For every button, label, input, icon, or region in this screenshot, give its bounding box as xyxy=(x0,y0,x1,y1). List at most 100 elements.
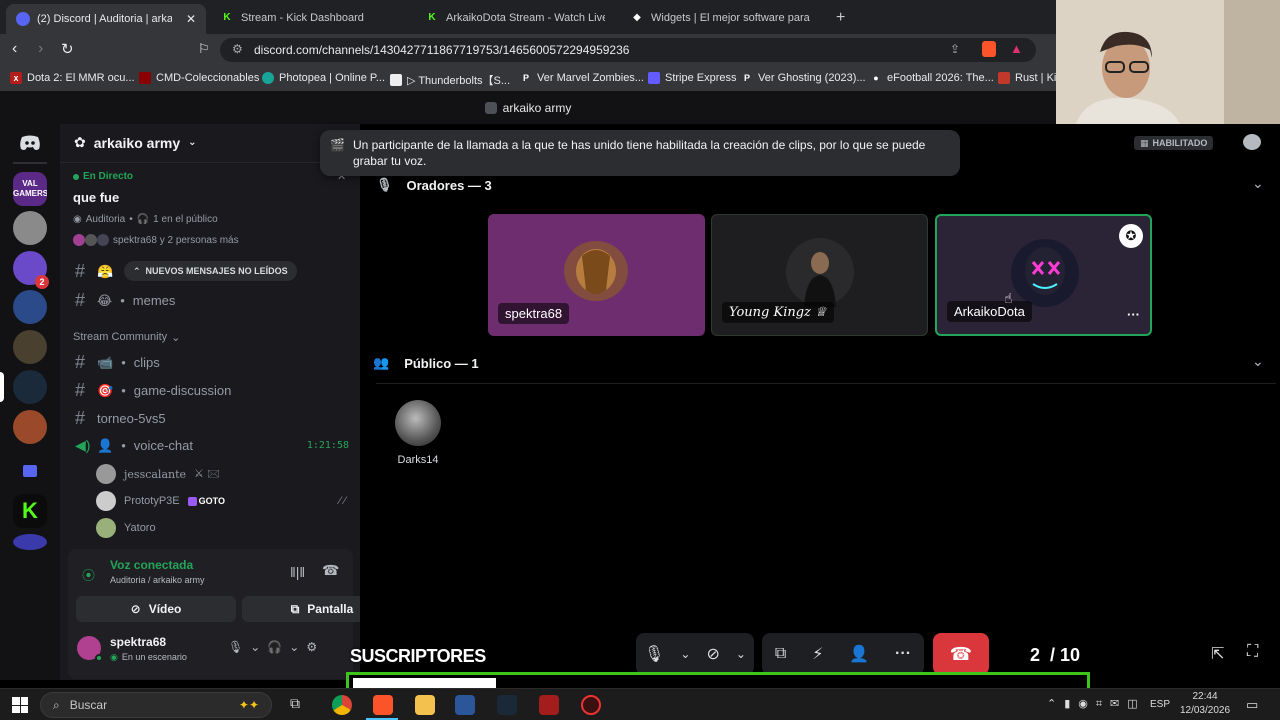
activity-off-icon[interactable]: ⚡ xyxy=(812,644,823,664)
server-icon[interactable] xyxy=(13,330,47,364)
mic-icon[interactable]: 🎙 xyxy=(644,644,664,664)
brave-rewards-icon[interactable]: ▲ xyxy=(1010,41,1023,56)
brave-shield-icon[interactable] xyxy=(982,41,996,57)
server-icon[interactable] xyxy=(13,211,47,245)
thunderbolts-icon xyxy=(390,74,402,86)
chevron-down-icon[interactable]: ⌄ xyxy=(289,640,306,654)
language-indicator[interactable]: ESP xyxy=(1150,699,1170,710)
server-val-gamers-icon[interactable]: VAL GAMERS xyxy=(13,172,47,206)
forward-icon[interactable]: › xyxy=(38,40,43,58)
bookmark-item[interactable]: P Ver Marvel Zombies... xyxy=(520,72,644,84)
word-icon[interactable] xyxy=(455,695,475,715)
screen-share-icon[interactable]: ⧉ xyxy=(775,645,786,663)
speaker-tile[interactable]: Young Kingz ♕ xyxy=(711,214,928,336)
clock-date[interactable]: 12/03/2026 xyxy=(1176,705,1234,716)
server-header[interactable]: ✿ arkaiko army ⌄ xyxy=(74,134,197,151)
channel-item-voice-chat[interactable]: ◀) 👤 • voice-chat 1:21:58 xyxy=(75,437,349,454)
user-controls: 🎙⌄🎧⌄⚙ xyxy=(228,640,324,654)
unread-messages-pill[interactable]: ⌃ NUEVOS MENSAJES NO LEÍDOS xyxy=(124,261,297,281)
new-tab-button[interactable]: + xyxy=(826,5,850,30)
tab-arkaiko-stream[interactable]: K ArkaikoDota Stream - Watch Live on xyxy=(415,5,615,30)
search-icon: ⌕ xyxy=(53,697,60,712)
tab-kick-dashboard[interactable]: K Stream - Kick Dashboard xyxy=(210,5,410,30)
more-options-icon[interactable]: ··· xyxy=(1127,307,1140,322)
category-stream-community[interactable]: Stream Community ⌄ xyxy=(73,331,180,344)
channel-item-game-discussion[interactable]: # 🎯 • game-discussion xyxy=(75,380,231,401)
notifications-icon[interactable]: ▭ xyxy=(1246,697,1258,713)
close-tab-icon[interactable]: ✕ xyxy=(186,12,196,26)
task-view-icon[interactable]: ⧉ xyxy=(290,695,310,715)
back-icon[interactable]: ‹ xyxy=(12,40,17,58)
audience-name[interactable]: Darks14 xyxy=(388,454,448,466)
disconnect-icon[interactable]: ☎ xyxy=(322,562,339,579)
windows-start-icon[interactable] xyxy=(12,697,28,713)
bookmark-item[interactable]: ▷ Thunderbolts【S... xyxy=(390,72,510,88)
voice-user-row[interactable]: Yatoro xyxy=(96,518,156,538)
video-button[interactable]: ⊘ Vídeo xyxy=(76,596,236,622)
clock-time[interactable]: 22:44 xyxy=(1181,691,1229,702)
camera-off-icon[interactable]: ⊘ xyxy=(706,644,719,664)
site-info-icon[interactable]: ⚙ xyxy=(232,42,243,56)
bookmark-item[interactable]: Rust | Kic xyxy=(998,72,1062,84)
brave-icon[interactable] xyxy=(373,695,393,715)
emoji-icon: 👤 xyxy=(97,437,114,453)
noise-suppression-icon[interactable]: ‖|‖ xyxy=(290,564,305,580)
clips-enabled-badge[interactable]: ▦ HABILITADO xyxy=(1134,136,1214,150)
tab-widgets[interactable]: ◆ Widgets | El mejor software para pot xyxy=(620,5,820,30)
share-icon[interactable]: ⇪ xyxy=(950,42,960,56)
chevron-down-icon[interactable]: ⌄ xyxy=(736,647,746,661)
leave-call-button[interactable]: ☎ xyxy=(933,633,989,675)
dota2-icon[interactable] xyxy=(539,695,559,715)
channel-item-hidden[interactable]: # 😤 xyxy=(75,261,113,282)
invite-user-icon[interactable]: 👤 xyxy=(849,644,869,664)
voice-user-row[interactable]: jesscalante ⚔ 🖂 xyxy=(96,464,220,484)
audience-avatar[interactable] xyxy=(395,400,441,446)
more-options-icon[interactable]: ··· xyxy=(895,645,911,663)
bookmark-item[interactable]: CMD-Coleccionables xyxy=(139,72,259,84)
bookmark-icon[interactable]: ⚐ xyxy=(198,41,210,57)
bookmark-item[interactable]: x Dota 2: El MMR ocu... xyxy=(10,72,135,84)
channel-item-clips[interactable]: # 📹 • clips xyxy=(75,352,160,373)
fullscreen-icon[interactable]: ⛶ xyxy=(1247,643,1258,661)
stage-topic[interactable]: que fue xyxy=(73,190,119,205)
tab-discord[interactable]: (2) Discord | Auditoria | arkaik ✕ xyxy=(6,4,206,34)
collapse-speakers-icon[interactable]: ⌄ xyxy=(1252,175,1264,192)
signal-icon[interactable]: ⦿ xyxy=(82,565,95,584)
url-bar[interactable]: ⚙ discord.com/channels/14304277118677197… xyxy=(220,38,1036,62)
channel-item-torneo[interactable]: # torneo-5vs5 xyxy=(75,408,166,429)
audio-controls: 🎙 ⌄ ⊘ ⌄ xyxy=(636,633,754,675)
speaker-tile[interactable]: spektra68 xyxy=(488,214,705,336)
voice-user-row[interactable]: PrototyP3E GOTO ⁄ ⁄ xyxy=(96,491,346,511)
clips-notice-banner[interactable]: 🎬 Un participante de la llamada a la que… xyxy=(320,130,960,176)
reload-icon[interactable]: ↻ xyxy=(61,40,74,58)
discord-home-icon[interactable] xyxy=(13,126,47,160)
gear-icon[interactable]: ⚙ xyxy=(306,640,324,654)
obs-icon[interactable] xyxy=(581,695,601,715)
bookmark-item[interactable]: P Ver Ghosting (2023)... xyxy=(741,72,866,84)
steam-icon[interactable] xyxy=(497,695,517,715)
folder-icon[interactable] xyxy=(13,454,47,488)
server-icon[interactable] xyxy=(13,290,47,324)
server-kick-icon[interactable]: K xyxy=(13,494,47,528)
chrome-icon[interactable] xyxy=(332,695,352,715)
chevron-down-icon[interactable]: ⌄ xyxy=(680,647,690,661)
voice-connected-subtitle[interactable]: Auditoria / arkaiko army xyxy=(110,575,205,585)
chevron-down-icon[interactable]: ⌄ xyxy=(250,640,267,654)
file-explorer-icon[interactable] xyxy=(415,695,435,715)
headphones-icon[interactable]: 🎧 xyxy=(267,640,289,654)
popout-icon[interactable]: ⇱ xyxy=(1211,644,1224,664)
server-icon[interactable] xyxy=(13,410,47,444)
bookmark-item[interactable]: Stripe Express xyxy=(648,72,737,84)
server-arkaiko-icon[interactable] xyxy=(13,370,47,404)
user-name[interactable]: spektra68 xyxy=(110,635,166,649)
chat-bubble-icon[interactable] xyxy=(1243,134,1261,150)
system-tray[interactable]: ⌃▮◉⌗✉◫ xyxy=(1047,697,1146,711)
collapse-audience-icon[interactable]: ⌄ xyxy=(1252,353,1264,370)
speaker-tile-active[interactable]: ✪ ArkaikoDota ··· xyxy=(935,214,1152,336)
mic-icon[interactable]: 🎙 xyxy=(228,640,250,654)
bookmark-item[interactable]: ● eFootball 2026: The... xyxy=(870,72,994,84)
server-icon[interactable] xyxy=(13,534,47,550)
channel-item-memes[interactable]: # 😂 • memes xyxy=(75,290,175,311)
bookmark-item[interactable]: Photopea | Online P... xyxy=(262,72,385,84)
taskbar-search[interactable]: ⌕ Buscar ✦✦ xyxy=(40,692,272,718)
